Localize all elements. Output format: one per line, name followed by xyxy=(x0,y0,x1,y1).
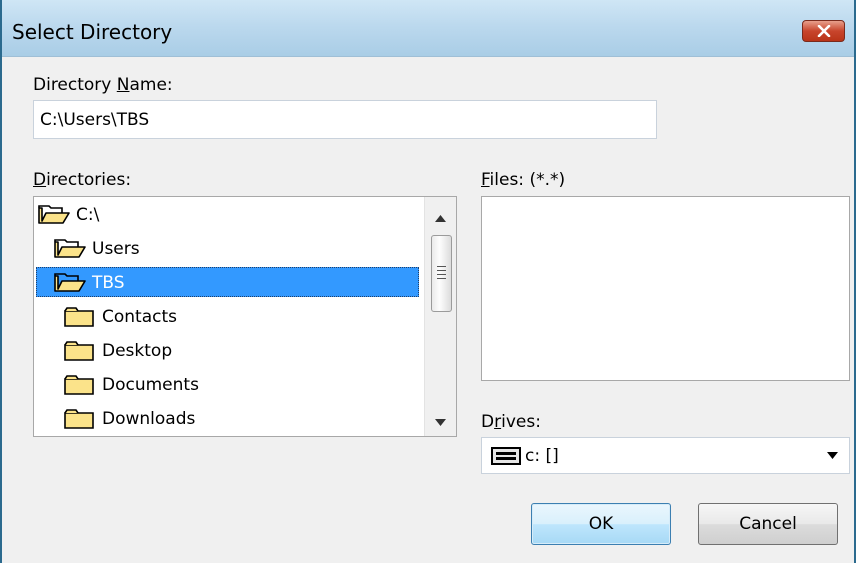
closed-folder-icon xyxy=(64,409,94,434)
ok-button[interactable]: OK xyxy=(531,503,671,545)
directory-name-input[interactable]: C:\Users\TBS xyxy=(33,100,657,139)
directories-label: Directories: xyxy=(33,170,132,190)
directory-item-label: Desktop xyxy=(102,341,173,361)
closed-folder-icon xyxy=(64,341,94,366)
directory-item-label: C:\ xyxy=(76,205,100,225)
files-label: Files: (*.*) xyxy=(481,170,566,190)
closed-folder-icon xyxy=(64,375,94,400)
open-folder-icon xyxy=(54,273,86,298)
directory-item[interactable]: Documents xyxy=(34,369,419,401)
scroll-down-arrow-icon[interactable] xyxy=(435,419,446,426)
select-directory-dialog: Select Directory Directory Name: C:\User… xyxy=(0,0,856,563)
closed-folder-icon xyxy=(64,307,94,332)
directory-item[interactable]: Contacts xyxy=(34,301,419,333)
directory-item-label: Contacts xyxy=(102,307,177,327)
scroll-up-arrow-icon[interactable] xyxy=(435,215,446,222)
close-button[interactable] xyxy=(802,20,845,42)
directory-item[interactable]: Users xyxy=(34,233,419,265)
directory-item-label: Documents xyxy=(102,375,199,395)
files-list[interactable] xyxy=(481,196,850,381)
directory-item-label: Downloads xyxy=(102,409,196,429)
drives-dropdown[interactable]: c: [] xyxy=(481,437,850,474)
directory-item[interactable]: C:\ xyxy=(34,199,419,231)
window-title: Select Directory xyxy=(12,20,173,44)
drive-value: c: [] xyxy=(525,446,559,466)
directories-scrollbar[interactable] xyxy=(424,197,456,436)
directory-item[interactable]: Desktop xyxy=(34,335,419,367)
directories-list[interactable]: C:\ Users TBS Contacts Desktop Documents Downl… xyxy=(33,196,457,437)
chevron-down-icon[interactable] xyxy=(827,452,838,459)
open-folder-icon xyxy=(54,239,86,264)
directory-name-label: Directory Name: xyxy=(33,75,173,95)
directory-name-value: C:\Users\TBS xyxy=(40,110,150,130)
open-folder-icon xyxy=(38,205,70,230)
cancel-button[interactable]: Cancel xyxy=(698,503,838,545)
directory-item-label: Users xyxy=(92,239,140,259)
title-bar[interactable]: Select Directory xyxy=(2,0,854,57)
directory-item[interactable]: TBS xyxy=(34,267,419,299)
directory-item[interactable]: Downloads xyxy=(34,403,419,435)
close-x-icon xyxy=(817,25,831,37)
directory-item-label: TBS xyxy=(92,273,125,293)
scrollbar-thumb[interactable] xyxy=(431,235,452,312)
drive-icon xyxy=(491,447,521,465)
drives-label: Drives: xyxy=(481,412,541,432)
